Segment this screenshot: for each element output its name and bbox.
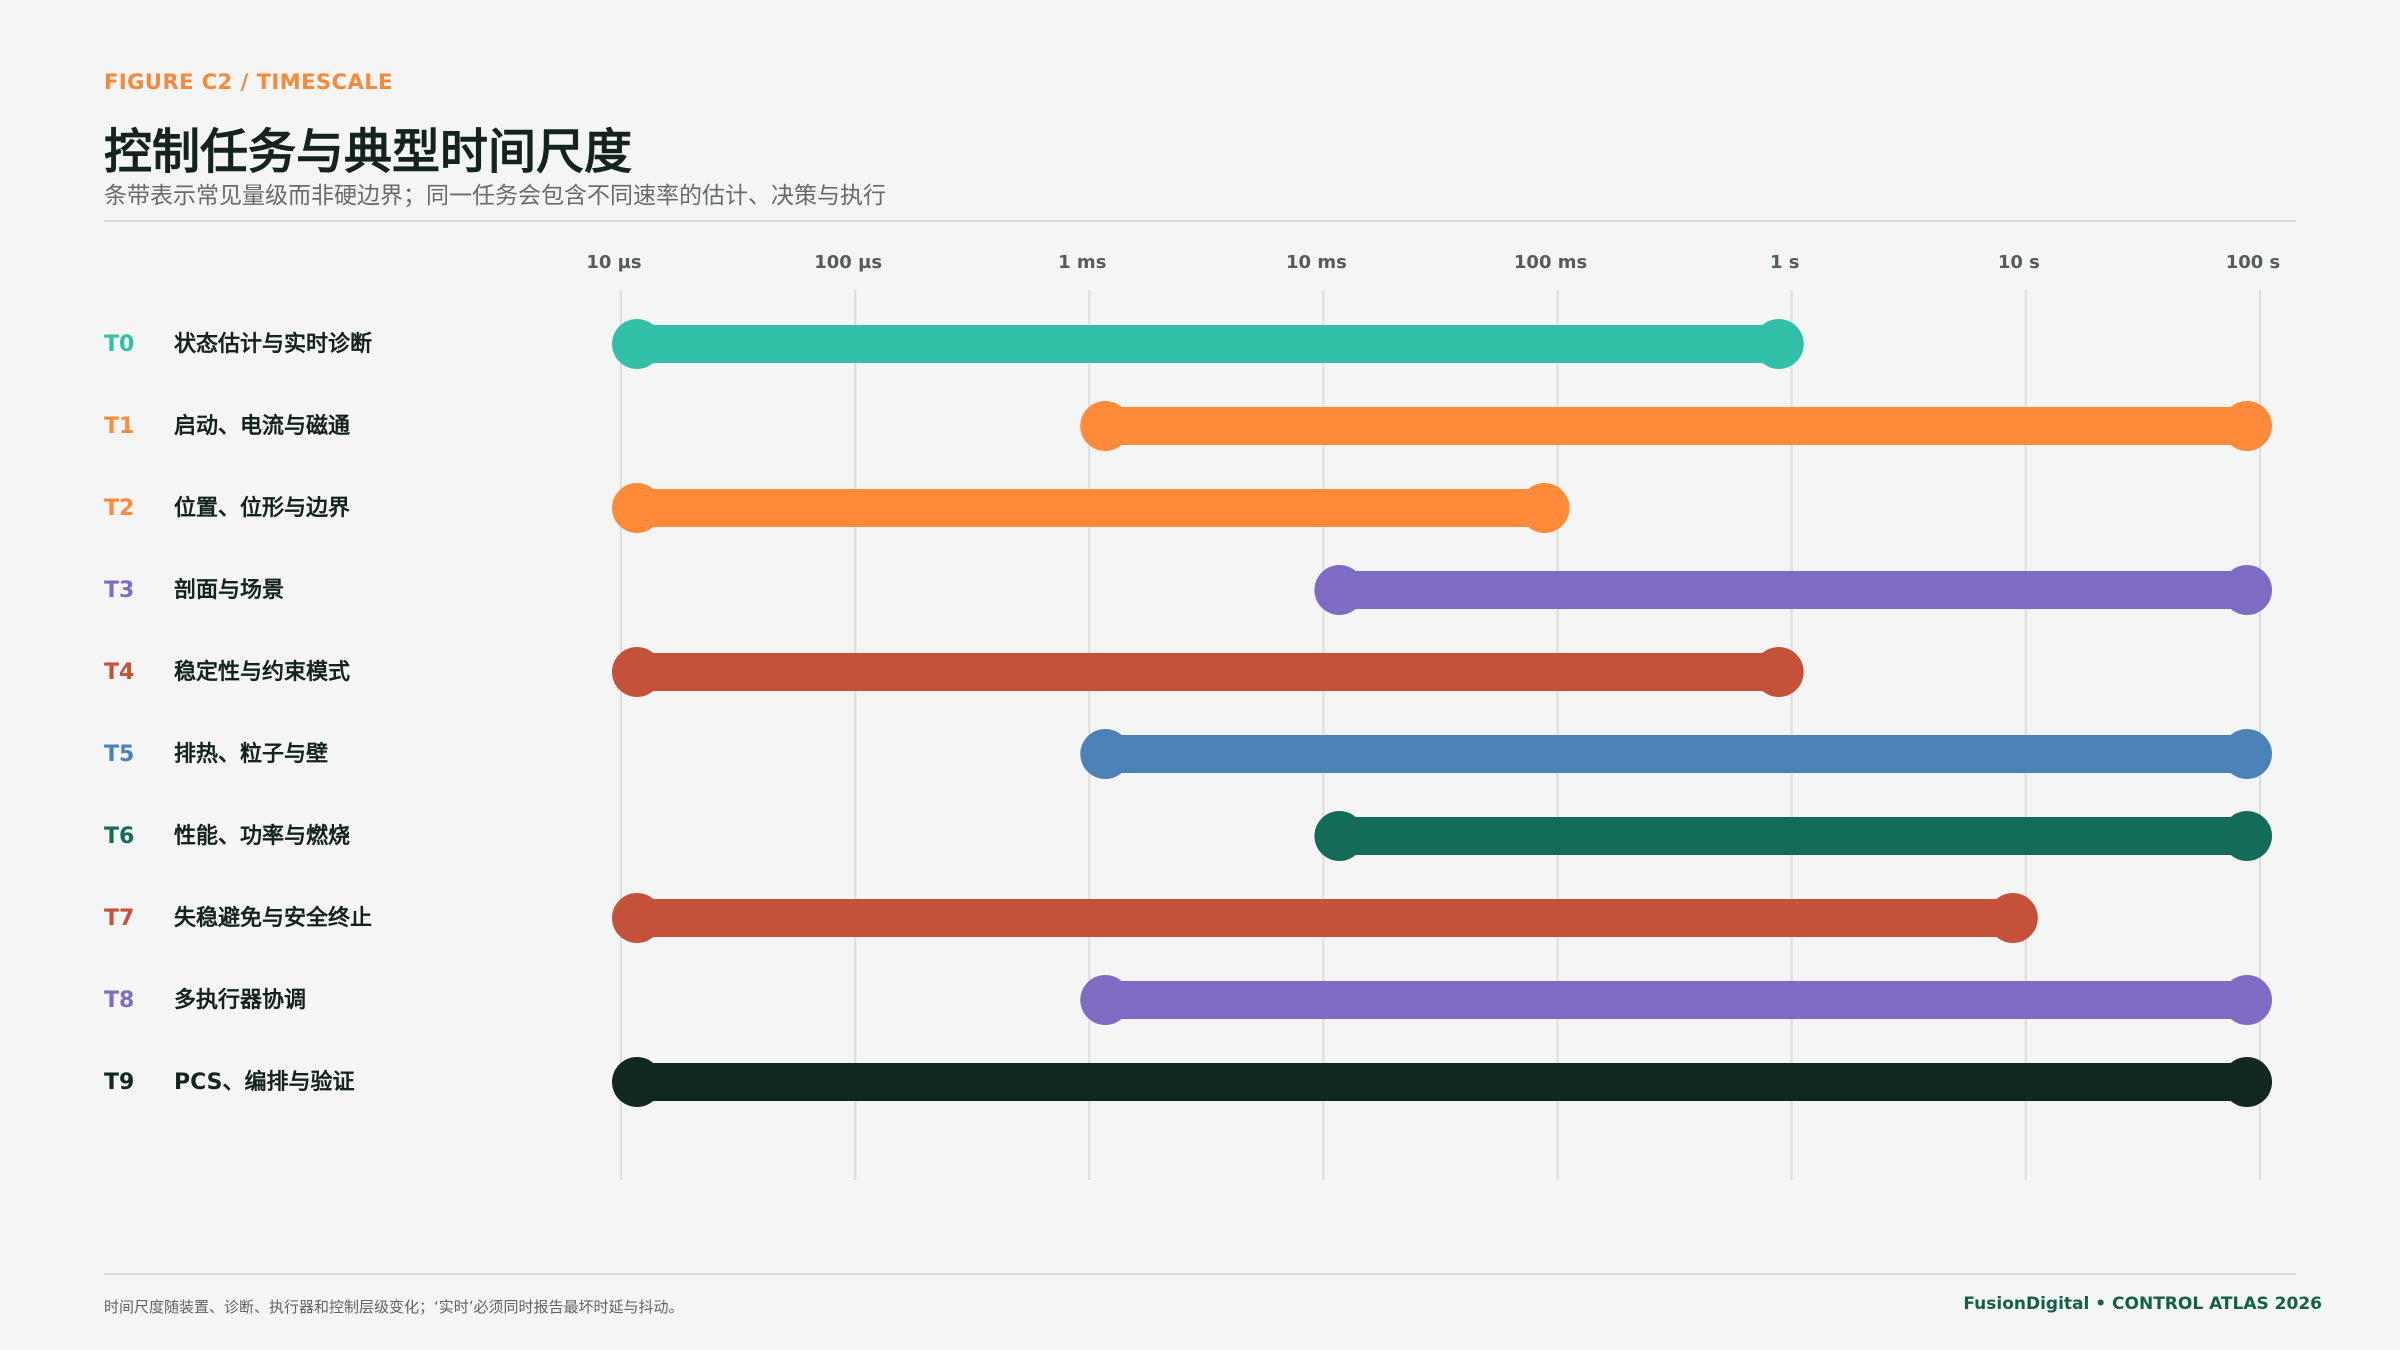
row-id: T5 xyxy=(104,742,134,767)
row-label: PCS、编排与验证 xyxy=(174,1069,355,1095)
row-label: 状态估计与实时诊断 xyxy=(174,331,372,357)
range-start-dot xyxy=(612,319,662,369)
x-tick-label: 1 s xyxy=(1770,252,1800,273)
row-labels: T0 状态估计与实时诊断 T1 启动、电流与磁通 T2 位置、位形与边界 T3 剖面与场景 T4… xyxy=(104,331,372,1095)
row-id: T8 xyxy=(104,988,134,1013)
row-label: 稳定性与约束模式 xyxy=(174,659,350,685)
x-tick-label: 1 ms xyxy=(1058,252,1106,273)
row-id: T0 xyxy=(104,332,134,357)
range-end-dot xyxy=(1753,647,1804,697)
row-label: 多执行器协调 xyxy=(174,987,306,1013)
x-tick-label: 100 ms xyxy=(1514,252,1587,273)
x-axis-ticks: 10 µs 100 µs 1 ms 10 ms 100 ms 1 s 10 s 100 s xyxy=(586,252,2280,273)
row-id: T2 xyxy=(104,496,134,521)
x-tick-label: 10 ms xyxy=(1286,252,1347,273)
range-end-dot xyxy=(2222,729,2272,779)
range-end-dot xyxy=(1987,893,2038,943)
row-label: 位置、位形与边界 xyxy=(174,495,350,521)
range-end-dot xyxy=(1519,483,1570,533)
range-start-dot xyxy=(1080,401,1131,451)
row-label: 剖面与场景 xyxy=(174,577,284,603)
row-id: T4 xyxy=(104,660,134,685)
chart-bars xyxy=(612,319,2272,1107)
row-id: T9 xyxy=(104,1070,134,1095)
bottom-divider xyxy=(104,1273,2296,1275)
x-tick-label: 100 µs xyxy=(814,252,882,273)
x-tick-label: 10 µs xyxy=(586,252,641,273)
range-start-dot xyxy=(1080,729,1131,779)
range-start-dot xyxy=(1314,811,1365,861)
brand-footer: FusionDigital • CONTROL ATLAS 2026 xyxy=(1963,1294,2322,1314)
range-end-dot xyxy=(1753,319,1804,369)
row-id: T6 xyxy=(104,824,134,849)
range-start-dot xyxy=(612,893,662,943)
row-id: T1 xyxy=(104,414,134,439)
row-id: T3 xyxy=(104,578,134,603)
row-label: 失稳避免与安全终止 xyxy=(174,905,372,931)
x-tick-label: 10 s xyxy=(1998,252,2040,273)
range-end-dot xyxy=(2222,811,2272,861)
row-label: 启动、电流与磁通 xyxy=(174,413,350,439)
footnote: 时间尺度随装置、诊断、执行器和控制层级变化；‘实时’必须同时报告最坏时延与抖动。 xyxy=(104,1298,684,1316)
range-start-dot xyxy=(612,483,662,533)
x-tick-label: 100 s xyxy=(2226,252,2281,273)
range-start-dot xyxy=(612,647,662,697)
range-end-dot xyxy=(2222,401,2272,451)
range-start-dot xyxy=(612,1057,662,1107)
timescale-chart: 10 µs 100 µs 1 ms 10 ms 100 ms 1 s 10 s 100 s T… xyxy=(104,252,2280,1180)
range-end-dot xyxy=(2222,975,2272,1025)
range-start-dot xyxy=(1314,565,1365,615)
row-id: T7 xyxy=(104,906,134,931)
range-start-dot xyxy=(1080,975,1131,1025)
row-label: 性能、功率与燃烧 xyxy=(174,823,350,849)
range-end-dot xyxy=(2222,1057,2272,1107)
range-end-dot xyxy=(2222,565,2272,615)
row-label: 排热、粒子与壁 xyxy=(174,741,328,767)
